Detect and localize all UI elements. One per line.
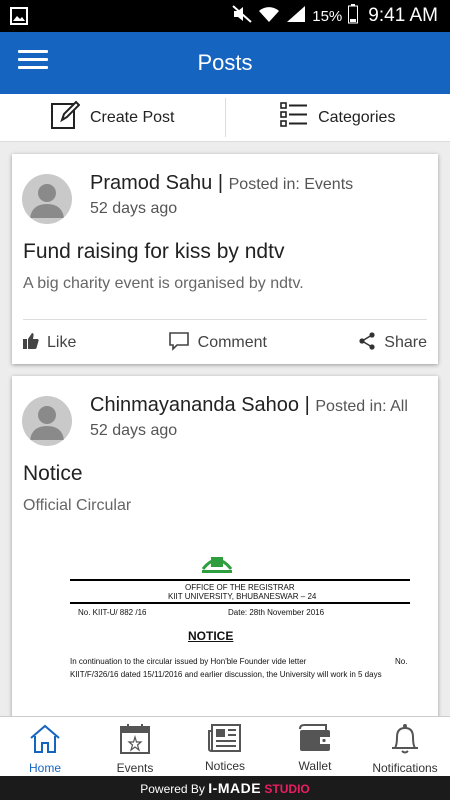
newspaper-icon <box>208 723 242 756</box>
like-label: Like <box>47 334 77 351</box>
share-button[interactable]: Share <box>358 331 427 355</box>
thumbs-up-icon <box>23 332 39 354</box>
doc-office: OFFICE OF THE REGISTRAR <box>185 583 295 592</box>
doc-date: Date: 28th November 2016 <box>228 608 325 617</box>
clock: 9:41 AM <box>368 5 438 26</box>
post-toolbar: Create Post Categories <box>0 94 450 142</box>
gallery-icon <box>10 7 28 30</box>
nav-notifications[interactable]: Notifications <box>360 717 450 776</box>
nav-notifications-label: Notifications <box>372 761 438 775</box>
brand-name: I-MADE <box>208 780 262 796</box>
post-time: 52 days ago <box>90 200 178 217</box>
post-description: A big charity event is organised by ndtv… <box>23 275 304 292</box>
post-card[interactable]: Pramod Sahu | Posted in: Events 52 days … <box>12 154 438 364</box>
divider <box>23 319 427 320</box>
home-icon <box>28 723 62 758</box>
post-description: Official Circular <box>23 497 132 514</box>
post-feed[interactable]: Pramod Sahu | Posted in: Events 52 days … <box>0 142 450 716</box>
separator: | <box>217 172 224 194</box>
post-author-line: Pramod Sahu | Posted in: Events <box>90 172 353 195</box>
avatar <box>22 396 72 446</box>
nav-home[interactable]: Home <box>0 717 90 776</box>
nav-wallet[interactable]: Wallet <box>270 717 360 776</box>
comment-icon <box>168 331 190 356</box>
doc-line-1-end: No. <box>395 657 408 666</box>
categories-label: Categories <box>318 108 396 126</box>
nav-notices[interactable]: Notices <box>180 717 270 776</box>
doc-ref: No. KIIT-U/ 882 /16 <box>78 608 147 617</box>
doc-line-1: In continuation to the circular issued b… <box>70 657 307 666</box>
wallet-icon <box>298 723 332 756</box>
list-icon <box>280 102 308 133</box>
nav-events-label: Events <box>116 761 154 775</box>
nav-events[interactable]: Events <box>90 717 180 776</box>
author-name[interactable]: Chinmayananda Sahoo <box>90 394 299 416</box>
create-post-label: Create Post <box>90 108 175 126</box>
share-icon <box>358 331 376 355</box>
powered-by-label: Powered By <box>140 782 205 796</box>
battery-icon <box>348 4 359 28</box>
post-title[interactable]: Notice <box>23 462 83 486</box>
university-logo-icon <box>200 549 234 580</box>
circular-document-image[interactable]: OFFICE OF THE REGISTRAR KIIT UNIVERSITY,… <box>50 541 410 716</box>
categories-button[interactable]: Categories <box>226 94 450 141</box>
bottom-navigation: Home Events Notices Wallet Notifications <box>0 716 450 776</box>
nav-home-label: Home <box>28 761 61 775</box>
posted-in: Posted in: All <box>315 398 408 415</box>
mute-icon <box>232 5 252 27</box>
doc-line-2: KIIT/F/326/16 dated 15/11/2016 and earli… <box>70 670 382 679</box>
powered-by-footer: Powered By I-MADE STUDIO <box>0 776 450 800</box>
create-post-button[interactable]: Create Post <box>0 94 225 141</box>
comment-button[interactable]: Comment <box>168 331 267 356</box>
post-actions: Like Comment Share <box>23 330 427 356</box>
calendar-icon <box>119 723 151 758</box>
author-name[interactable]: Pramod Sahu <box>90 172 212 194</box>
nav-notices-label: Notices <box>204 759 245 773</box>
separator: | <box>304 394 310 416</box>
post-card[interactable]: Chinmayananda Sahoo | Posted in: All 52 … <box>12 376 438 716</box>
document-rule <box>70 602 410 604</box>
status-bar: 15% 9:41 AM <box>0 0 450 32</box>
post-time: 52 days ago <box>90 422 178 439</box>
doc-heading: NOTICE <box>188 629 234 643</box>
post-author-line: Chinmayananda Sahoo | Posted in: All <box>90 394 408 417</box>
edit-icon <box>50 100 81 135</box>
page-title: Posts <box>197 50 253 75</box>
wifi-icon <box>258 5 280 27</box>
avatar <box>22 174 72 224</box>
app-bar: Posts <box>0 32 450 94</box>
post-title[interactable]: Fund raising for kiss by ndtv <box>23 240 284 264</box>
battery-percent: 15% <box>312 7 343 25</box>
posted-in: Posted in: Events <box>228 176 354 193</box>
like-button[interactable]: Like <box>23 332 77 354</box>
document-rule <box>70 579 410 581</box>
nav-wallet-label: Wallet <box>298 759 332 773</box>
share-label: Share <box>384 334 427 351</box>
signal-icon <box>286 5 306 27</box>
doc-university: KIIT UNIVERSITY, BHUBANESWAR – 24 <box>168 592 317 601</box>
bell-icon <box>389 723 421 758</box>
comment-label: Comment <box>197 334 267 351</box>
brand-studio: STUDIO <box>264 782 310 796</box>
